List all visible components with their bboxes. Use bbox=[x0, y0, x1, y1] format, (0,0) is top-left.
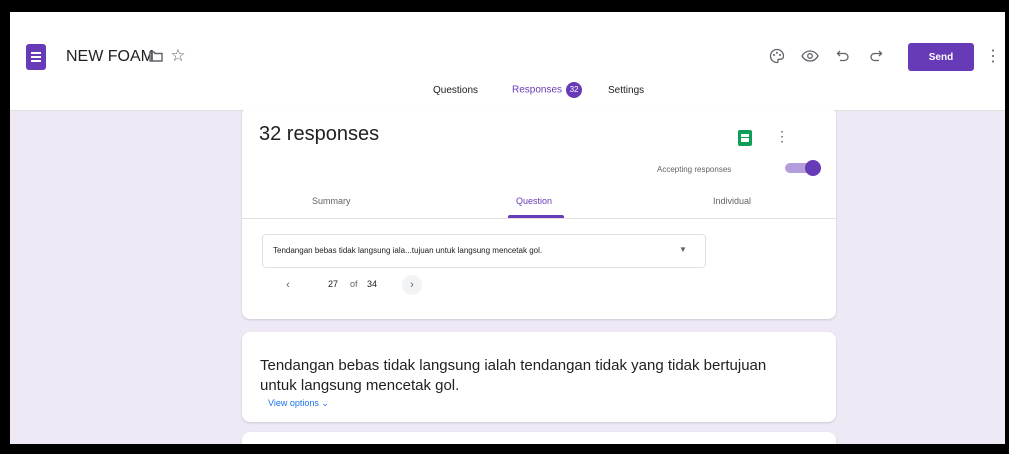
palette-icon[interactable] bbox=[766, 45, 788, 67]
next-response-card bbox=[242, 432, 836, 444]
eye-icon[interactable] bbox=[799, 45, 821, 67]
subtab-summary[interactable]: Summary bbox=[312, 196, 351, 206]
chevron-right-icon[interactable]: › bbox=[402, 275, 422, 295]
subtab-question[interactable]: Question bbox=[516, 196, 552, 206]
tab-responses[interactable]: Responses 32 bbox=[512, 82, 583, 98]
question-select-dropdown[interactable]: Tendangan bebas tidak langsung iala...tu… bbox=[262, 234, 706, 268]
toggle-knob bbox=[805, 160, 821, 176]
responses-summary-card: 32 responses ⋮ Accepting responses Summa… bbox=[242, 107, 836, 319]
view-options-link[interactable]: View options ⌄ bbox=[268, 398, 329, 409]
accepting-responses-label: Accepting responses bbox=[657, 165, 732, 174]
tab-responses-label: Responses bbox=[512, 84, 563, 96]
page-current: 27 bbox=[328, 279, 339, 289]
star-icon[interactable]: ☆ bbox=[169, 45, 187, 67]
question-title: Tendangan bebas tidak langsung ialah ten… bbox=[260, 357, 767, 394]
redo-icon[interactable] bbox=[865, 45, 887, 67]
responses-count-heading: 32 responses bbox=[259, 123, 380, 145]
question-card: Tendangan bebas tidak langsung ialah ten… bbox=[242, 332, 836, 422]
accepting-responses-toggle[interactable] bbox=[785, 160, 821, 176]
tab-questions[interactable]: Questions bbox=[433, 85, 478, 96]
app-header: NEW FOAM ☆ Send ⋮ Questions Responses 32 … bbox=[10, 20, 1005, 111]
responses-count-badge: 32 bbox=[566, 82, 583, 98]
chevron-left-icon[interactable]: ‹ bbox=[278, 275, 298, 295]
question-select-value: Tendangan bebas tidak langsung iala...tu… bbox=[273, 246, 543, 255]
send-button[interactable]: Send bbox=[908, 43, 974, 71]
more-options-icon[interactable]: ⋮ bbox=[775, 128, 789, 145]
folder-icon[interactable] bbox=[147, 45, 165, 67]
subtab-individual[interactable]: Individual bbox=[713, 196, 751, 206]
chevron-down-icon: ⌄ bbox=[321, 398, 329, 408]
form-icon bbox=[26, 44, 46, 70]
sheets-icon[interactable] bbox=[738, 130, 752, 146]
subtab-divider bbox=[242, 218, 836, 219]
undo-icon[interactable] bbox=[832, 45, 854, 67]
forms-window: NEW FOAM ☆ Send ⋮ Questions Responses 32 … bbox=[10, 12, 1005, 444]
tab-settings[interactable]: Settings bbox=[608, 85, 644, 96]
form-title[interactable]: NEW FOAM bbox=[66, 48, 154, 66]
view-options-label: View options bbox=[268, 398, 319, 408]
dropdown-arrow-icon: ▼ bbox=[679, 245, 687, 254]
more-vert-icon[interactable]: ⋮ bbox=[985, 45, 1001, 67]
page-total: 34 bbox=[367, 279, 378, 289]
page-of-label: of bbox=[350, 279, 358, 289]
